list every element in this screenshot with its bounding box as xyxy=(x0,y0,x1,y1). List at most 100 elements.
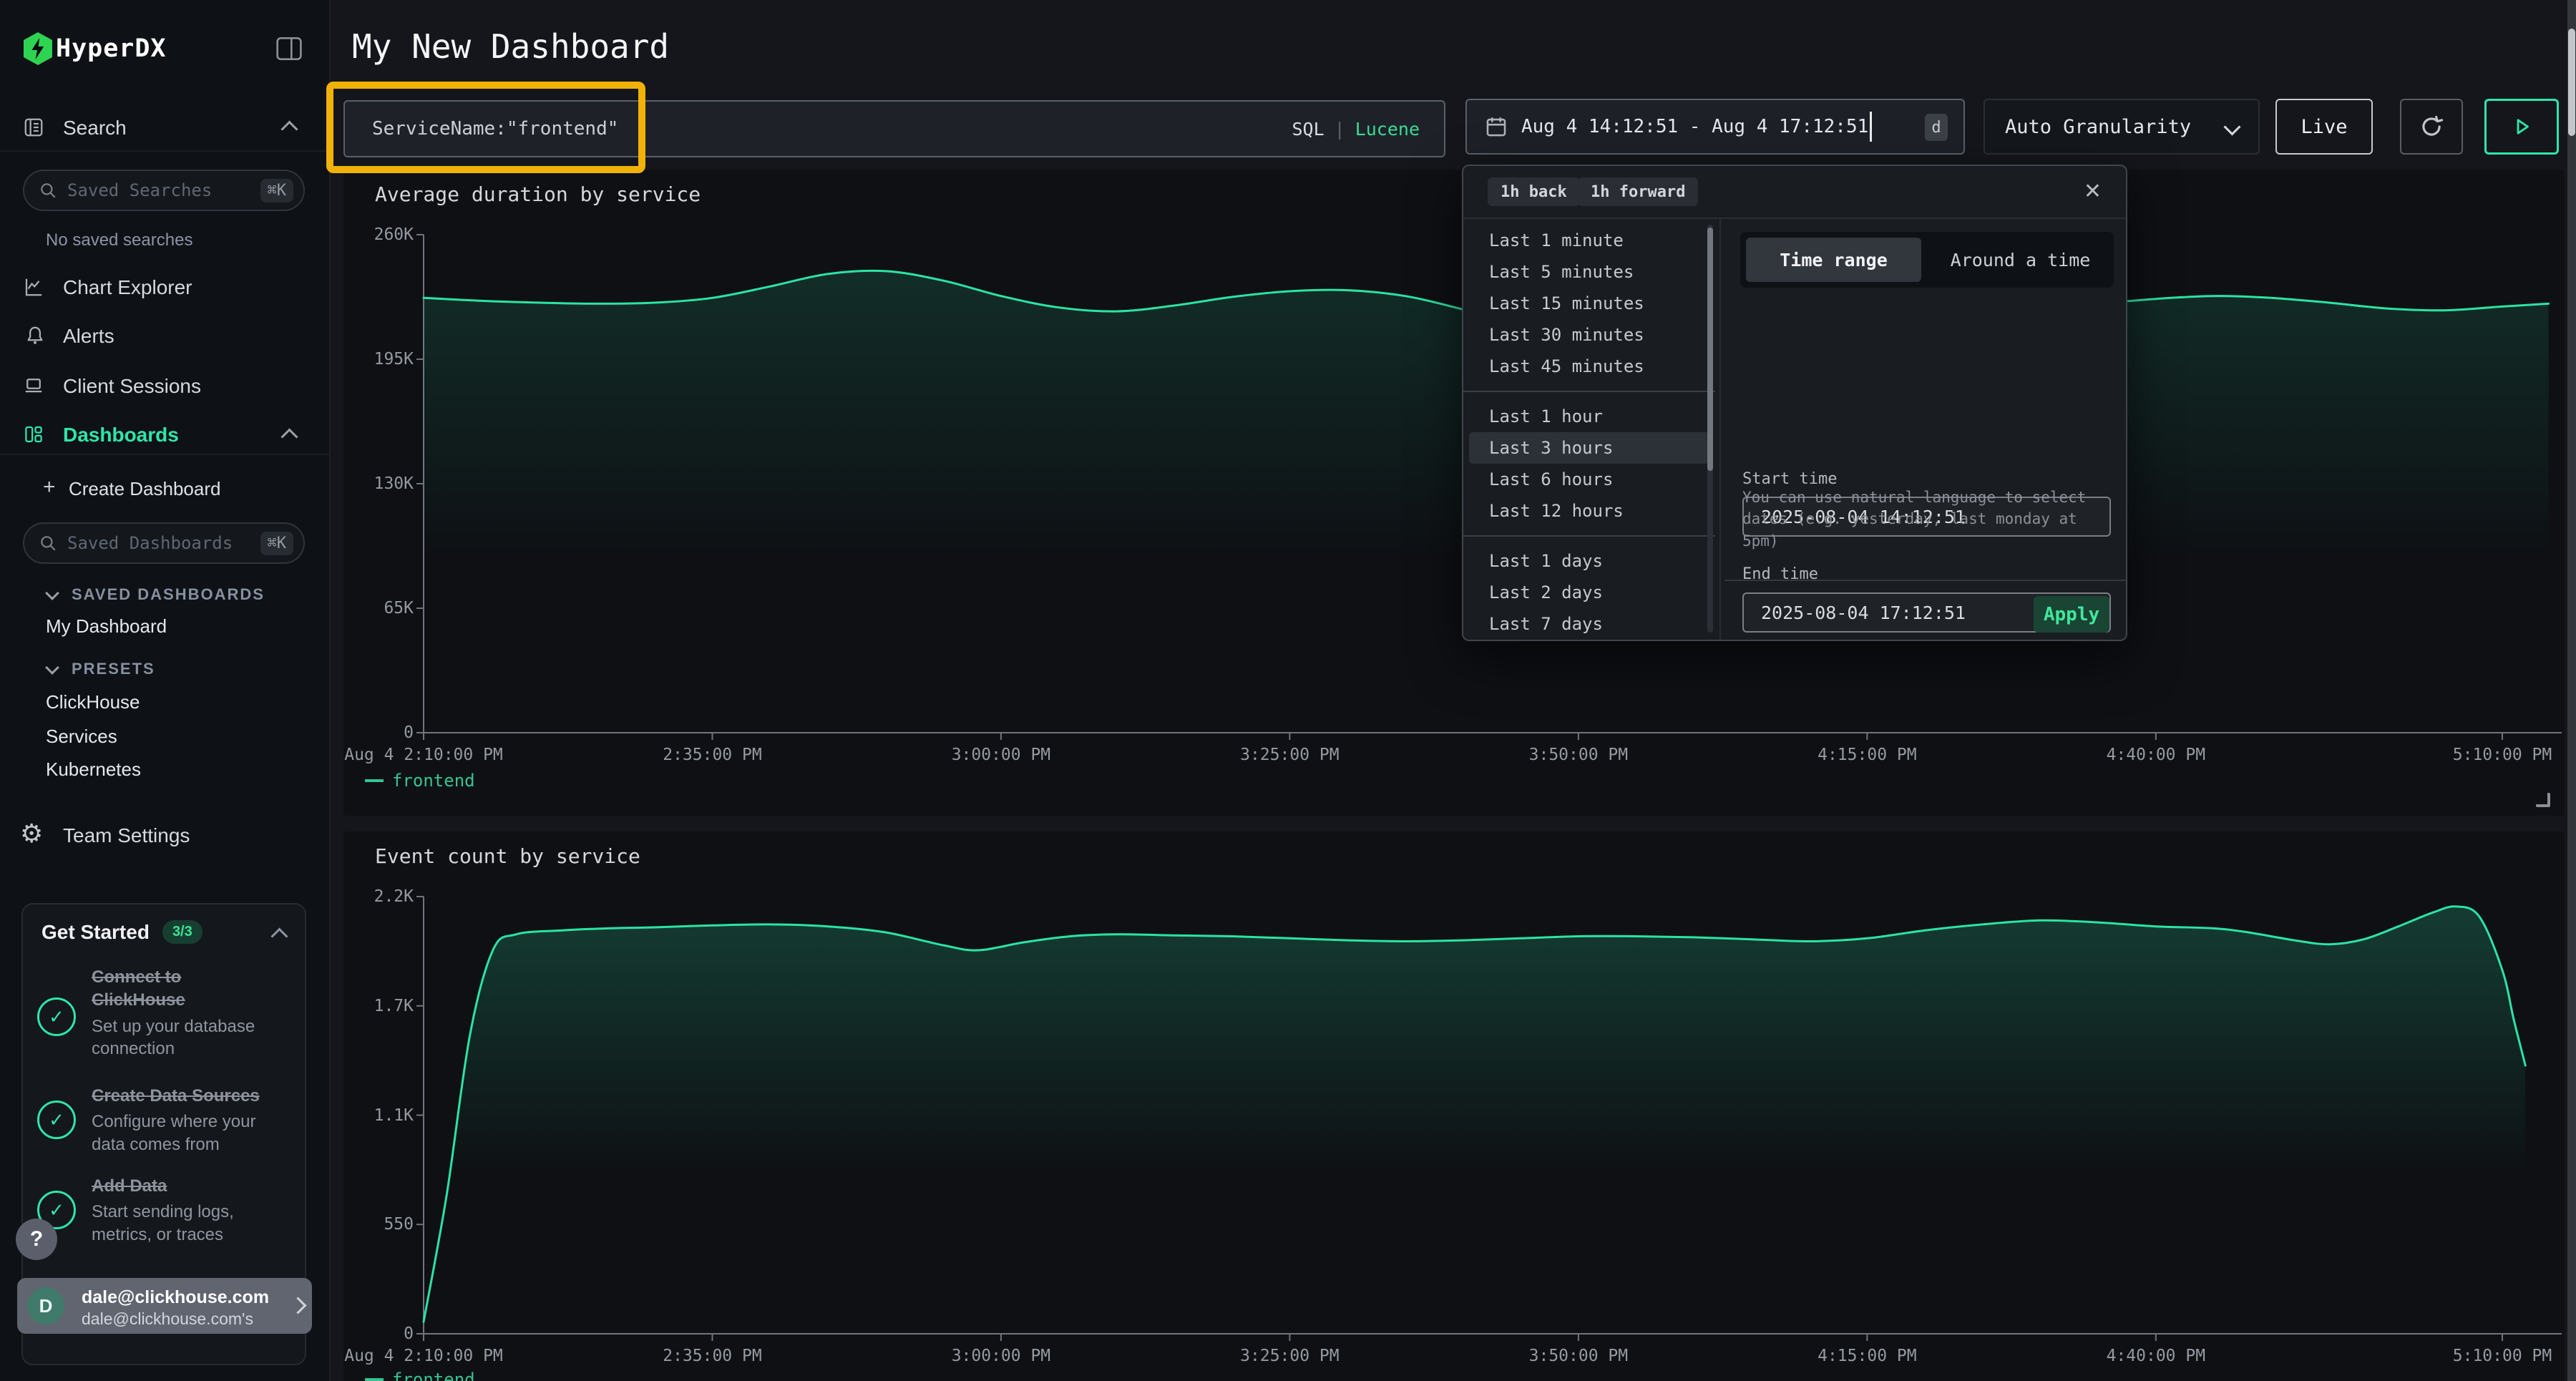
saved-dashboards-input[interactable]: Saved Dashboards ⌘K xyxy=(23,522,305,564)
saved-dashboards-header-label: SAVED DASHBOARDS xyxy=(72,585,265,604)
sidebar-item-search[interactable]: Search xyxy=(0,107,329,149)
sidebar-item-my-dashboard[interactable]: My Dashboard xyxy=(46,615,167,638)
saved-dashboards-section-header[interactable]: SAVED DASHBOARDS xyxy=(0,585,329,610)
sidebar-item-client-sessions[interactable]: Client Sessions xyxy=(0,369,329,404)
list-divider xyxy=(1463,535,1715,537)
user-sub-text: dale@clickhouse.com's xyxy=(82,1309,282,1329)
collapse-sidebar-icon[interactable] xyxy=(275,36,303,62)
quick-range-last-1-hour[interactable]: Last 1 hour xyxy=(1463,401,1715,432)
get-started-item-title: Add Data xyxy=(92,1175,272,1198)
quick-range-last-15-minutes[interactable]: Last 15 minutes xyxy=(1463,288,1715,319)
sql-toggle[interactable]: SQL xyxy=(1292,119,1324,140)
window-scrollbar-thumb[interactable] xyxy=(2568,29,2575,136)
chart-explorer-icon xyxy=(23,276,44,298)
live-button[interactable]: Live xyxy=(2275,99,2373,155)
chevron-up-icon[interactable] xyxy=(270,927,288,945)
quick-range-last-45-minutes[interactable]: Last 45 minutes xyxy=(1463,351,1715,382)
brand-name: HyperDX xyxy=(56,34,167,63)
chevron-up-icon xyxy=(280,120,298,137)
run-query-button[interactable] xyxy=(2484,99,2559,155)
quick-range-list: Last 1 minuteLast 5 minutesLast 15 minut… xyxy=(1463,225,1715,641)
quick-range-last-1-minute[interactable]: Last 1 minute xyxy=(1463,225,1715,256)
apply-button[interactable]: Apply xyxy=(2034,596,2109,633)
window-scrollbar[interactable] xyxy=(2567,0,2576,1381)
saved-searches-placeholder: Saved Searches xyxy=(67,180,260,200)
legend-series-label: frontend xyxy=(392,1370,475,1381)
quick-range-last-30-minutes[interactable]: Last 30 minutes xyxy=(1463,319,1715,351)
granularity-select[interactable]: Auto Granularity xyxy=(1984,99,2260,155)
quick-range-last-12-hours[interactable]: Last 12 hours xyxy=(1463,495,1715,527)
get-started-item-desc: Configure where your data comes from xyxy=(92,1111,272,1155)
tab-time-range[interactable]: Time range xyxy=(1746,238,1921,282)
close-icon[interactable]: ✕ xyxy=(2084,179,2102,204)
get-started-item[interactable]: ✓ Create Data Sources Configure where yo… xyxy=(37,1085,292,1156)
chart-legend: frontend xyxy=(365,1370,475,1381)
sidebar-item-dashboards[interactable]: Dashboards xyxy=(0,418,329,452)
user-menu[interactable]: D dale@clickhouse.com dale@clickhouse.co… xyxy=(17,1278,312,1334)
legend-series-label: frontend xyxy=(392,771,475,791)
presets-section-header[interactable]: PRESETS xyxy=(0,660,329,684)
get-started-item-title: Connect to ClickHouse xyxy=(92,966,272,1012)
quick-range-last-1-days[interactable]: Last 1 days xyxy=(1463,545,1715,577)
d-shortcut-badge: d xyxy=(1925,114,1948,141)
quick-range-last-5-minutes[interactable]: Last 5 minutes xyxy=(1463,256,1715,288)
check-circle-icon: ✓ xyxy=(37,1101,76,1139)
quick-range-last-3-hours[interactable]: Last 3 hours xyxy=(1469,432,1709,464)
saved-dashboards-placeholder: Saved Dashboards xyxy=(67,533,260,553)
chevron-up-icon xyxy=(280,428,298,445)
chart-card-event-count[interactable]: Event count by service frontend xyxy=(343,831,2565,1381)
sidebar-item-services[interactable]: Services xyxy=(46,726,117,748)
create-dashboard-button[interactable]: + Create Dashboard xyxy=(0,472,329,505)
legend-line-swatch xyxy=(365,1378,384,1381)
chart-title: Event count by service xyxy=(375,844,640,868)
get-started-item-desc: Start sending logs, metrics, or traces xyxy=(92,1201,272,1245)
quick-range-last-6-hours[interactable]: Last 6 hours xyxy=(1463,464,1715,495)
sidebar-item-team-settings[interactable]: ⚙ Team Settings xyxy=(0,817,329,854)
dashboards-label: Dashboards xyxy=(63,424,179,446)
presets-header-label: PRESETS xyxy=(72,660,155,678)
client-sessions-label: Client Sessions xyxy=(63,375,201,398)
tab-around-a-time[interactable]: Around a time xyxy=(1933,238,2108,282)
check-circle-icon: ✓ xyxy=(37,997,76,1036)
chevron-down-icon xyxy=(2223,118,2240,135)
sidebar-item-clickhouse[interactable]: ClickHouse xyxy=(46,691,140,713)
search-section-icon xyxy=(23,117,44,138)
quick-range-last-2-days[interactable]: Last 2 days xyxy=(1463,577,1715,608)
text-cursor xyxy=(1870,112,1872,142)
shift-back-button[interactable]: 1h back xyxy=(1488,177,1580,206)
user-email: dale@clickhouse.com xyxy=(82,1287,282,1308)
team-settings-label: Team Settings xyxy=(63,824,190,847)
quick-range-last-7-days[interactable]: Last 7 days xyxy=(1463,608,1715,640)
saved-searches-input[interactable]: Saved Searches ⌘K xyxy=(23,170,305,211)
resize-handle-icon[interactable] xyxy=(2536,793,2550,807)
shift-forward-button[interactable]: 1h forward xyxy=(1578,177,1698,206)
alerts-bell-icon xyxy=(24,325,46,346)
calendar-icon xyxy=(1484,114,1508,139)
get-started-item-title: Create Data Sources xyxy=(92,1085,272,1108)
get-started-item-desc: Set up your database connection xyxy=(92,1015,272,1060)
chevron-down-icon xyxy=(45,660,59,675)
refresh-icon xyxy=(2418,113,2445,140)
dashboards-icon xyxy=(23,424,44,445)
time-mode-tabs: Time range Around a time xyxy=(1740,232,2114,288)
quick-range-last-14-days[interactable]: Last 14 days xyxy=(1463,640,1715,641)
lucene-toggle[interactable]: Lucene xyxy=(1355,119,1420,140)
sidebar-item-kubernetes[interactable]: Kubernetes xyxy=(46,758,141,781)
get-started-item[interactable]: ✓ Add Data Start sending logs, metrics, … xyxy=(37,1175,292,1246)
scrollbar-thumb[interactable] xyxy=(1707,228,1713,471)
chart-title: Average duration by service xyxy=(375,182,701,206)
search-section-label: Search xyxy=(63,117,127,140)
sidebar-item-alerts[interactable]: Alerts xyxy=(0,319,329,353)
alerts-label: Alerts xyxy=(63,325,114,348)
query-input[interactable]: ServiceName:"frontend" SQL | Lucene xyxy=(343,100,1445,157)
shortcut-badge: ⌘K xyxy=(260,532,294,555)
get-started-item[interactable]: ✓ Connect to ClickHouse Set up your data… xyxy=(37,966,292,1060)
sidebar-item-chart-explorer[interactable]: Chart Explorer xyxy=(0,270,329,305)
help-button[interactable]: ? xyxy=(16,1219,57,1260)
start-time-label: Start time xyxy=(1742,470,1837,488)
sidebar: HyperDX Search Saved Searches xyxy=(0,0,331,1381)
refresh-button[interactable] xyxy=(2400,99,2463,155)
search-icon xyxy=(39,534,57,552)
time-range-input[interactable]: Aug 4 14:12:51 - Aug 4 17:12:51 d xyxy=(1465,99,1965,155)
chart-card-avg-duration[interactable]: Average duration by service frontend xyxy=(343,170,2565,816)
